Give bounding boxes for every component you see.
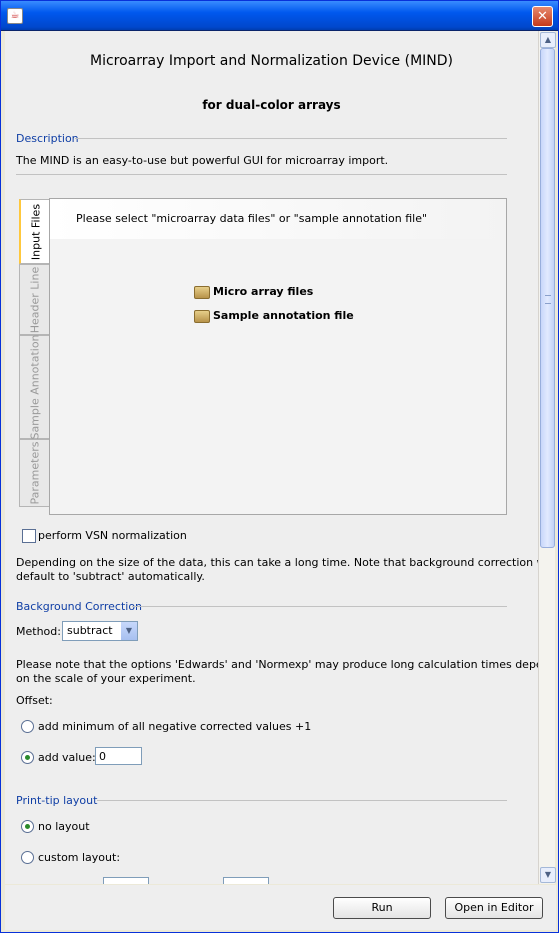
vsn-note-line1: Depending on the size of the data, this … xyxy=(16,556,538,569)
tab-parameters-label: Parameters xyxy=(28,441,41,505)
page-subtitle: for dual-color arrays xyxy=(202,98,341,112)
tree-item-micro-array-files[interactable]: Micro array files xyxy=(213,285,313,298)
run-button[interactable]: Run xyxy=(333,897,431,919)
background-note-line2: on the scale of your experiment. xyxy=(16,672,196,685)
open-in-editor-button[interactable]: Open in Editor xyxy=(445,897,543,919)
description-section-label: Description xyxy=(16,132,79,145)
tab-instruction: Please select "microarray data files" or… xyxy=(76,212,428,225)
method-select-value: subtract xyxy=(67,624,113,637)
tab-header-line-label: Header Line xyxy=(28,266,41,333)
divider xyxy=(97,800,507,801)
vsn-note-line2: default to 'subtract' automatically. xyxy=(16,570,205,583)
input-files-panel: Please select "microarray data files" or… xyxy=(49,198,507,515)
radio-add-value-label[interactable]: add xyxy=(38,751,59,764)
scrollbar-thumb[interactable] xyxy=(540,48,555,548)
tree-item-sample-annotation-file[interactable]: Sample annotation file xyxy=(213,309,354,322)
background-note-line1: Please note that the options 'Edwards' a… xyxy=(16,658,538,671)
layout-input-2[interactable] xyxy=(223,877,269,884)
offset-value-input[interactable]: 0 xyxy=(95,747,142,765)
layout-input-1[interactable] xyxy=(103,877,149,884)
vertical-scrollbar[interactable]: ▲ ▼ xyxy=(538,31,556,884)
radio-custom-layout-label[interactable]: custom layout: xyxy=(38,851,120,864)
close-button[interactable]: ✕ xyxy=(532,6,553,27)
description-text: The MIND is an easy-to-use but powerful … xyxy=(16,154,389,167)
page-title: Microarray Import and Normalization Devi… xyxy=(90,53,453,69)
button-bar: Run Open in Editor xyxy=(5,885,556,930)
vsn-checkbox[interactable] xyxy=(22,529,36,543)
app-window: ☕ ✕ Microarray Import and Normalization … xyxy=(0,0,559,933)
method-label: Method: xyxy=(16,625,61,638)
value-label: value: xyxy=(62,751,96,764)
radio-add-minimum-label[interactable]: add minimum of all negative corrected va… xyxy=(38,720,311,733)
radio-add-value[interactable] xyxy=(21,751,34,764)
divider xyxy=(16,174,507,175)
scroll-down-icon[interactable]: ▼ xyxy=(540,867,556,883)
title-bar: ☕ ✕ xyxy=(1,1,558,31)
divider xyxy=(132,606,507,607)
tab-header-line[interactable]: Header Line xyxy=(19,264,50,335)
printtip-section-label: Print-tip layout xyxy=(16,794,98,807)
radio-no-layout-label[interactable]: no layout xyxy=(38,820,90,833)
vsn-label[interactable]: perform VSN normalization xyxy=(38,529,187,542)
radio-no-layout[interactable] xyxy=(21,820,34,833)
tab-input-files[interactable]: Input Files xyxy=(19,199,51,264)
folder-icon xyxy=(194,286,210,299)
divider xyxy=(75,138,507,139)
folder-icon xyxy=(194,310,210,323)
chevron-down-icon[interactable]: ▼ xyxy=(121,622,137,640)
tab-sample-annotation[interactable]: Sample Annotation xyxy=(19,334,50,440)
grip-icon xyxy=(545,295,551,304)
tab-sample-annotation-label: Sample Annotation xyxy=(28,334,41,440)
scroll-up-icon[interactable]: ▲ xyxy=(540,32,556,48)
tab-input-files-label: Input Files xyxy=(29,203,42,260)
tab-parameters[interactable]: Parameters xyxy=(19,439,50,507)
offset-label: Offset: xyxy=(16,694,53,707)
main-panel: Microarray Import and Normalization Devi… xyxy=(5,31,538,884)
radio-custom-layout[interactable] xyxy=(21,851,34,864)
java-icon: ☕ xyxy=(7,8,23,24)
method-select[interactable]: subtract ▼ xyxy=(62,621,138,641)
radio-add-minimum[interactable] xyxy=(21,720,34,733)
background-section-label: Background Correction xyxy=(16,600,143,613)
tab-instruction-bar: Please select "microarray data files" or… xyxy=(50,199,506,239)
